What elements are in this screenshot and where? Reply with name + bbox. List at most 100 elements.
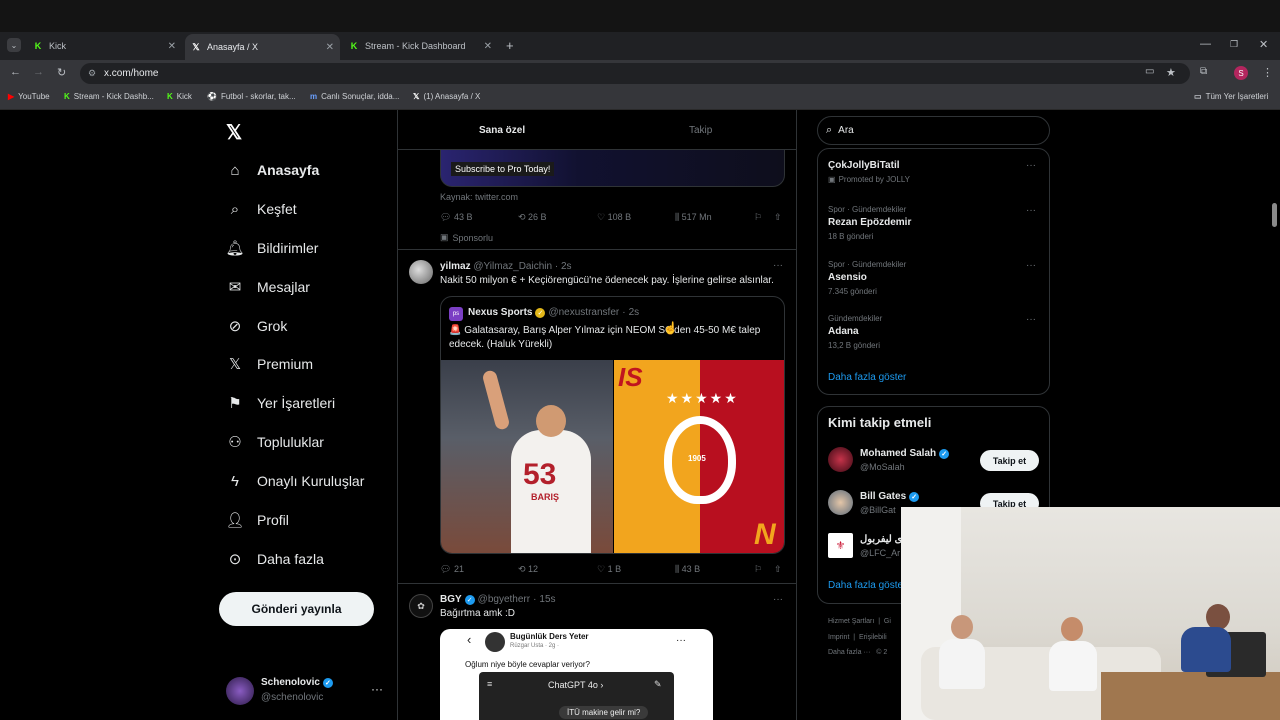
trend-item[interactable]: Spor · Gündemdekiler Asensio 7.345 gönde… (828, 260, 906, 296)
new-tab-icon[interactable]: + (506, 38, 514, 53)
reply-button[interactable]: 💬︎ 43 B (440, 212, 472, 223)
sidebar-item-bookmarks[interactable]: ⚑ Yer İşaretleri (226, 394, 335, 412)
sidebar-item-home[interactable]: ⌂ Anasayfa (226, 161, 319, 179)
bookmark-kick-dashboard[interactable]: K Stream - Kick Dashb... (64, 92, 154, 101)
sidebar-item-premium[interactable]: 𝕏 Premium (226, 355, 313, 373)
bookmark-icon[interactable]: ⚐ (754, 564, 762, 575)
repost-button[interactable]: ⟲ 12 (518, 564, 538, 575)
tweet-screenshot-image[interactable]: ‹ Bugünlük Ders Yeter Rüzgar Usta · 2g ·… (440, 629, 713, 720)
close-icon[interactable]: ✕ (484, 41, 492, 52)
tweet-more-icon[interactable]: ··· (773, 260, 783, 271)
footer-link[interactable]: Erişilebili (859, 634, 887, 641)
account-avatar[interactable] (226, 677, 254, 705)
scrollbar-thumb[interactable] (1272, 203, 1277, 227)
trend-item[interactable]: ÇokJollyBiTatil ▣ Promoted by JOLLY (828, 160, 910, 184)
tweet-avatar[interactable]: ✿ (409, 594, 433, 618)
like-button[interactable]: ♡ 1 B (597, 564, 621, 575)
sidebar-item-messages[interactable]: ✉ Mesajlar (226, 278, 310, 296)
lfc-logo-icon[interactable]: ⚜ (828, 533, 853, 558)
tab-x-home[interactable]: 𝕏 Anasayfa / X ✕ (185, 34, 340, 60)
views-button[interactable]: ⫼ 517 Mn (675, 212, 712, 223)
back-icon[interactable]: ← (10, 66, 21, 78)
cast-icon[interactable]: ▭ (1145, 66, 1154, 77)
search-input[interactable]: ⌕ Ara (817, 116, 1050, 145)
sidebar-item-grok[interactable]: ⊘ Grok (226, 317, 288, 335)
sidebar-item-more[interactable]: ⊙ Daha fazla (226, 550, 324, 568)
tweet-avatar[interactable] (409, 260, 433, 284)
footer-link[interactable]: Gi (884, 618, 891, 625)
tweet-author-handle[interactable]: @bgyetherr (478, 594, 530, 605)
close-icon[interactable]: ✕ (326, 42, 334, 53)
tweet-author-handle[interactable]: @Yilmaz_Daichin (473, 261, 552, 272)
galatasaray-crest-image[interactable]: IS ★★★★★ 1905 N (614, 360, 784, 553)
restore-icon[interactable]: ❐ (1230, 39, 1238, 50)
tweet-time[interactable]: 2s (561, 261, 572, 272)
follow-name-row[interactable]: Bill Gates ✓ (860, 491, 922, 502)
footer-link[interactable]: Daha fazla ··· (828, 649, 870, 656)
trend-item[interactable]: Gündemdekiler Adana 13,2 B gönderi (828, 314, 882, 350)
ad-cta-label[interactable]: Subscribe to Pro Today! (451, 162, 555, 176)
show-more-follow-link[interactable]: Daha fazla göste (828, 580, 903, 591)
like-button[interactable]: ♡ 108 B (597, 212, 631, 223)
profile-avatar[interactable]: S (1234, 66, 1248, 80)
bookmark-canli-sonuclar[interactable]: m Canlı Sonuçlar, idda... (310, 92, 399, 101)
player-photo[interactable]: 53 BARIŞ (441, 360, 613, 553)
show-more-trends-link[interactable]: Daha fazla göster (828, 372, 906, 383)
star-icon[interactable]: ★ (1166, 66, 1176, 79)
share-icon[interactable]: ⇧ (774, 564, 782, 575)
address-bar[interactable]: ⚙ x.com/home (80, 63, 1190, 84)
follow-avatar[interactable] (828, 490, 853, 515)
tweet-time[interactable]: 15s (539, 594, 555, 605)
x-logo-icon[interactable]: 𝕏 (226, 120, 242, 145)
bookmark-kick[interactable]: K Kick (167, 92, 192, 101)
extensions-icon[interactable]: ⧉ (1200, 66, 1207, 77)
bookmark-futbol[interactable]: ⚽ Futbol - skorlar, tak... (207, 92, 296, 101)
follow-name-row[interactable]: Mohamed Salah ✓ (860, 448, 952, 459)
repost-button[interactable]: ⟲ 26 B (518, 212, 547, 223)
sidebar-item-explore[interactable]: ⌕ Keşfet (226, 200, 297, 218)
bookmark-icon[interactable]: ⚐ (754, 212, 762, 223)
ad-source[interactable]: Kaynak: twitter.com (440, 192, 518, 202)
tab-kick-dashboard[interactable]: K Stream - Kick Dashboard ✕ (343, 36, 498, 56)
site-info-icon[interactable]: ⚙ (88, 68, 96, 79)
footer-link[interactable]: Imprint (828, 634, 849, 641)
crest-is-text: IS (618, 362, 643, 392)
trend-item[interactable]: Spor · Gündemdekiler Rezan Epözdemir 18 … (828, 205, 911, 241)
follow-button[interactable]: Takip et (980, 450, 1039, 471)
sidebar-item-communities[interactable]: ⚇ Topluluklar (226, 433, 324, 451)
trend-more-icon[interactable]: ··· (1026, 160, 1036, 171)
trend-more-icon[interactable]: ··· (1026, 260, 1036, 271)
tweet-author-name[interactable]: BGY (440, 594, 462, 605)
tweet-more-icon[interactable]: ··· (773, 594, 783, 605)
sidebar-item-notifications[interactable]: 🔔︎ Bildirimler (225, 239, 318, 257)
sidebar-item-verified-orgs[interactable]: ϟ Onaylı Kuruluşlar (226, 472, 364, 490)
share-icon[interactable]: ⇧ (774, 212, 782, 223)
post-button[interactable]: Gönderi yayınla (219, 592, 374, 626)
minimize-icon[interactable]: — (1200, 38, 1211, 50)
account-more-icon[interactable]: ··· (371, 682, 383, 696)
tweet-author-name[interactable]: yilmaz (440, 261, 471, 272)
trend-more-icon[interactable]: ··· (1026, 205, 1036, 216)
ad-media-card[interactable]: Subscribe to Pro Today! (440, 150, 785, 187)
close-icon[interactable]: ✕ (168, 41, 176, 52)
reply-button[interactable]: 💬︎ 21 (440, 564, 464, 575)
follow-name[interactable]: ى ليفربول (860, 534, 902, 545)
forward-icon[interactable]: → (33, 66, 44, 78)
trend-more-icon[interactable]: ··· (1026, 314, 1036, 325)
quote-tweet[interactable]: ps Nexus Sports ✓ @nexustransfer · 2s 🚨 … (440, 296, 785, 554)
tab-following[interactable]: Takip (689, 125, 712, 136)
menu-icon[interactable]: ⋮ (1262, 66, 1273, 79)
reload-icon[interactable]: ↻ (57, 66, 66, 79)
bookmark-youtube[interactable]: ▶ YouTube (8, 92, 50, 101)
bookmark-x-home[interactable]: 𝕏 (1) Anasayfa / X (413, 92, 480, 101)
views-button[interactable]: ⫼ 43 B (675, 564, 700, 575)
all-bookmarks[interactable]: ▭ Tüm Yer İşaretleri (1194, 92, 1268, 101)
follow-avatar[interactable] (828, 447, 853, 472)
tab-for-you[interactable]: Sana özel (479, 125, 525, 136)
tab-kick[interactable]: K Kick ✕ (27, 36, 182, 56)
sidebar-item-profile[interactable]: 👤︎ Profil (225, 511, 288, 529)
account-name-row[interactable]: Schenolovic ✓ (261, 677, 336, 688)
tab-search-icon[interactable]: ⌄ (7, 38, 21, 52)
window-close-icon[interactable]: ✕ (1259, 38, 1268, 51)
footer-link[interactable]: Hizmet Şartları (828, 618, 874, 625)
